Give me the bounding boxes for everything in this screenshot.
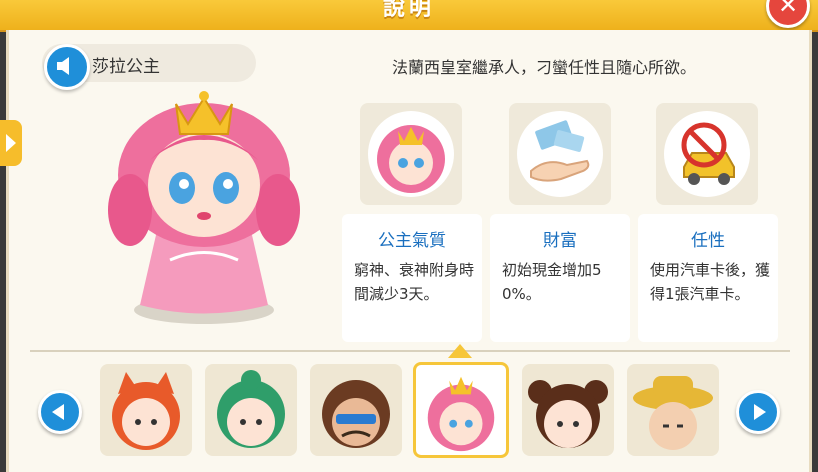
speaker-icon: [57, 57, 69, 75]
trait-title: 財富: [543, 231, 577, 251]
character-thumb[interactable]: [100, 364, 192, 456]
dialog-header: 說明: [0, 0, 818, 32]
side-tab-toggle[interactable]: [0, 120, 22, 166]
character-thumb[interactable]: [522, 364, 614, 456]
bun-girl-avatar-icon: [528, 380, 608, 448]
trait-description: 初始現金增加50%。: [502, 261, 602, 303]
character-info-dialog: 說明 ✕ 莎拉公主 法蘭西皇室繼承人，刁蠻任性且隨心所欲。 公主氣質 窮神、衰神…: [0, 0, 818, 472]
straw-hat-elder-avatar-icon: [633, 376, 713, 450]
trait-card: 公主氣質 窮神、衰神附身時間減少3天。: [342, 214, 482, 342]
trait-card: 財富 初始現金增加50%。: [490, 214, 630, 342]
character-thumb[interactable]: [310, 364, 402, 456]
princess-avatar-icon: [427, 376, 495, 452]
no-private-car-icon: [681, 122, 735, 185]
princess-portrait-icon: [377, 125, 445, 193]
prev-character-button[interactable]: [38, 390, 82, 434]
trait-description: 窮神、衰神附身時間減少3天。: [354, 261, 475, 303]
princess-character-illustration: [108, 91, 300, 324]
character-thumb-selected[interactable]: [413, 362, 509, 458]
trait-card: 任性 使用汽車卡後，獲得1張汽車卡。: [638, 214, 778, 342]
green-hair-boy-avatar-icon: [217, 370, 285, 448]
trait-icon-frame: [656, 103, 758, 205]
money-hand-icon: [530, 120, 590, 182]
trait-icon-frame: [509, 103, 611, 205]
fox-girl-avatar-icon: [112, 372, 180, 450]
sunglasses-man-avatar-icon: [322, 380, 390, 448]
dialog-title: 說明: [382, 0, 435, 21]
voice-play-button[interactable]: [44, 44, 90, 90]
next-character-button[interactable]: [736, 390, 780, 434]
trait-title: 公主氣質: [378, 231, 446, 251]
character-thumb[interactable]: [627, 364, 719, 456]
trait-title: 任性: [691, 231, 725, 251]
divider: [30, 350, 790, 352]
character-description: 法蘭西皇室繼承人，刁蠻任性且隨心所欲。: [392, 58, 697, 77]
selection-indicator: [448, 344, 472, 358]
trait-icon-frame: [360, 103, 462, 205]
character-thumb[interactable]: [205, 364, 297, 456]
trait-description: 使用汽車卡後，獲得1張汽車卡。: [650, 261, 771, 303]
